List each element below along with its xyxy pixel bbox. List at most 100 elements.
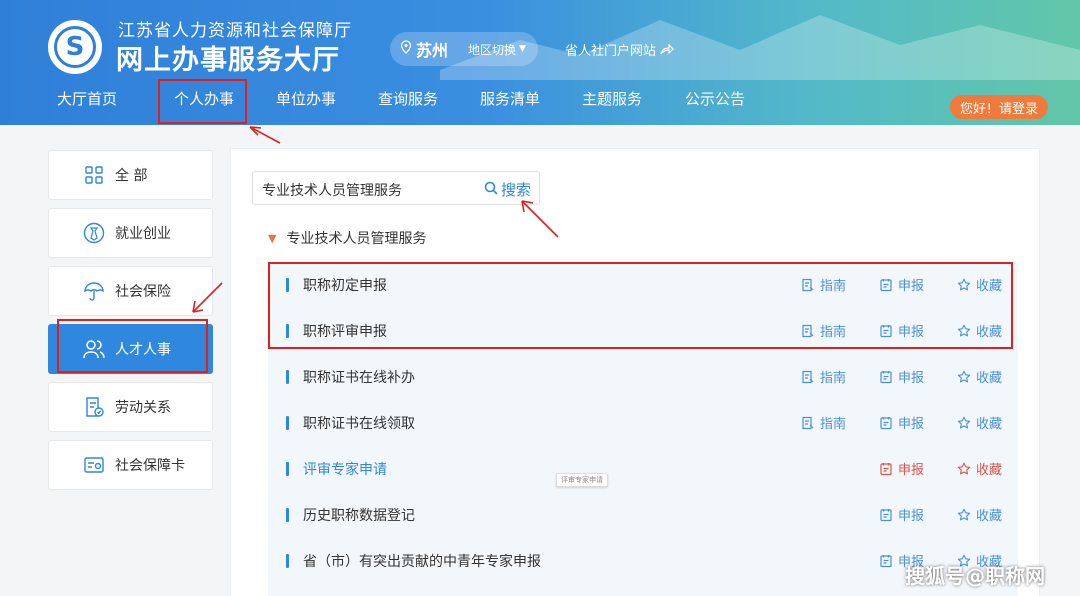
favorite-button[interactable]: 收藏 [957, 321, 1002, 340]
site-logo[interactable]: S [48, 20, 102, 74]
tooltip: 评审专家申请 [556, 473, 608, 487]
star-icon [957, 508, 971, 522]
category-header[interactable]: ▼ 专业技术人员管理服务 [268, 228, 426, 248]
service-title[interactable]: 职称初定申报 [303, 275, 387, 295]
apply-icon [879, 508, 893, 522]
guide-icon [801, 416, 815, 430]
sidebar-item-label: 人才人事 [115, 342, 171, 358]
sidebar-item-insurance[interactable]: 社会保险 [48, 266, 213, 316]
table-row[interactable]: 职称评审申报 指南 申报 收藏 [268, 308, 1018, 354]
guide-icon [801, 278, 815, 292]
star-icon [957, 370, 971, 384]
star-icon [957, 416, 971, 430]
guide-label: 指南 [820, 417, 847, 432]
location-pin-icon [400, 40, 412, 58]
service-title[interactable]: 省（市）有突出贡献的中青年专家申报 [303, 551, 541, 571]
people-icon [83, 338, 105, 360]
favorite-label: 收藏 [976, 279, 1003, 294]
row-marker [286, 554, 289, 568]
favorite-button[interactable]: 收藏 [957, 505, 1002, 524]
favorite-label: 收藏 [976, 417, 1003, 432]
apply-button[interactable]: 申报 [879, 321, 924, 340]
service-title[interactable]: 职称证书在线补办 [303, 367, 415, 387]
search-value: 专业技术人员管理服务 [262, 183, 402, 199]
city-selector[interactable]: 苏州 地区切换 ▼ [390, 32, 538, 66]
nav-company[interactable]: 单位办事 [276, 88, 336, 109]
row-marker [286, 278, 289, 292]
guide-button[interactable]: 指南 [801, 321, 846, 340]
table-row[interactable]: 评审专家申请 申报 收藏 [268, 446, 1018, 492]
apply-label: 申报 [898, 325, 925, 340]
apply-icon [879, 462, 893, 476]
portal-link-label: 省人社门户网站 [565, 44, 657, 59]
nav-personal[interactable]: 个人办事 [174, 88, 234, 109]
favorite-button[interactable]: 收藏 [957, 459, 1002, 478]
star-icon [957, 324, 971, 338]
nav-query[interactable]: 查询服务 [378, 88, 438, 109]
apply-button[interactable]: 申报 [879, 275, 924, 294]
apply-label: 申报 [898, 463, 925, 478]
guide-button[interactable]: 指南 [801, 275, 846, 294]
apply-button[interactable]: 申报 [879, 367, 924, 386]
row-marker [286, 508, 289, 522]
search-icon [484, 181, 498, 199]
favorite-label: 收藏 [976, 509, 1003, 524]
document-icon [83, 396, 105, 418]
star-icon [957, 278, 971, 292]
row-marker [286, 370, 289, 384]
guide-label: 指南 [820, 325, 847, 340]
favorite-button[interactable]: 收藏 [957, 275, 1002, 294]
apply-icon [879, 554, 893, 568]
apply-icon [879, 416, 893, 430]
nav-notice[interactable]: 公示公告 [685, 88, 745, 109]
favorite-button[interactable]: 收藏 [957, 413, 1002, 432]
guide-label: 指南 [820, 279, 847, 294]
sidebar-item-label: 全 部 [115, 168, 148, 184]
sidebar-item-all[interactable]: 全 部 [48, 150, 213, 200]
favorite-label: 收藏 [976, 325, 1003, 340]
service-title[interactable]: 职称评审申报 [303, 321, 387, 341]
arrow-to-nav [249, 126, 281, 144]
apply-label: 申报 [898, 371, 925, 386]
grid-icon [83, 164, 105, 186]
sidebar-item-label: 就业创业 [115, 226, 171, 242]
apply-button[interactable]: 申报 [879, 459, 924, 478]
logo-mark: S [54, 26, 96, 68]
sidebar-item-labor[interactable]: 劳动关系 [48, 382, 213, 432]
sidebar-item-talent[interactable]: 人才人事 [48, 324, 213, 374]
table-row[interactable]: 职称证书在线领取 指南 申报 收藏 [268, 400, 1018, 446]
chevron-down-icon: ▼ [519, 44, 526, 54]
search-input[interactable]: 专业技术人员管理服务 搜索 [252, 171, 540, 205]
city-switch-label[interactable]: 地区切换 [468, 41, 516, 58]
favorite-label: 收藏 [976, 463, 1003, 478]
nav-home[interactable]: 大厅首页 [57, 88, 117, 109]
guide-label: 指南 [820, 371, 847, 386]
apply-button[interactable]: 申报 [879, 505, 924, 524]
employment-icon [83, 222, 105, 244]
service-title[interactable]: 评审专家申请 [303, 459, 387, 479]
sidebar-item-card[interactable]: 社会保障卡 [48, 440, 213, 490]
star-icon [957, 462, 971, 476]
service-title[interactable]: 职称证书在线领取 [303, 413, 415, 433]
service-title[interactable]: 历史职称数据登记 [303, 505, 415, 525]
search-button[interactable]: 搜索 [484, 179, 531, 200]
table-row[interactable]: 职称初定申报 指南 申报 收藏 [268, 262, 1018, 308]
sidebar-item-employment[interactable]: 就业创业 [48, 208, 213, 258]
nav-service-list[interactable]: 服务清单 [480, 88, 540, 109]
apply-button[interactable]: 申报 [879, 413, 924, 432]
apply-icon [879, 324, 893, 338]
favorite-button[interactable]: 收藏 [957, 367, 1002, 386]
guide-button[interactable]: 指南 [801, 413, 846, 432]
favorite-label: 收藏 [976, 371, 1003, 386]
login-button[interactable]: 您好！请登录 [950, 95, 1048, 119]
table-row[interactable]: 历史职称数据登记 申报 收藏 [268, 492, 1018, 538]
apply-label: 申报 [898, 417, 925, 432]
sidebar-item-label: 社会保障卡 [115, 458, 185, 474]
portal-link[interactable]: 省人社门户网站 [565, 40, 675, 59]
nav-topic[interactable]: 主题服务 [582, 88, 642, 109]
guide-icon [801, 324, 815, 338]
table-row[interactable]: 职称证书在线补办 指南 申报 收藏 [268, 354, 1018, 400]
category-title: 专业技术人员管理服务 [286, 231, 427, 247]
guide-button[interactable]: 指南 [801, 367, 846, 386]
sidebar-item-label: 劳动关系 [115, 400, 171, 416]
